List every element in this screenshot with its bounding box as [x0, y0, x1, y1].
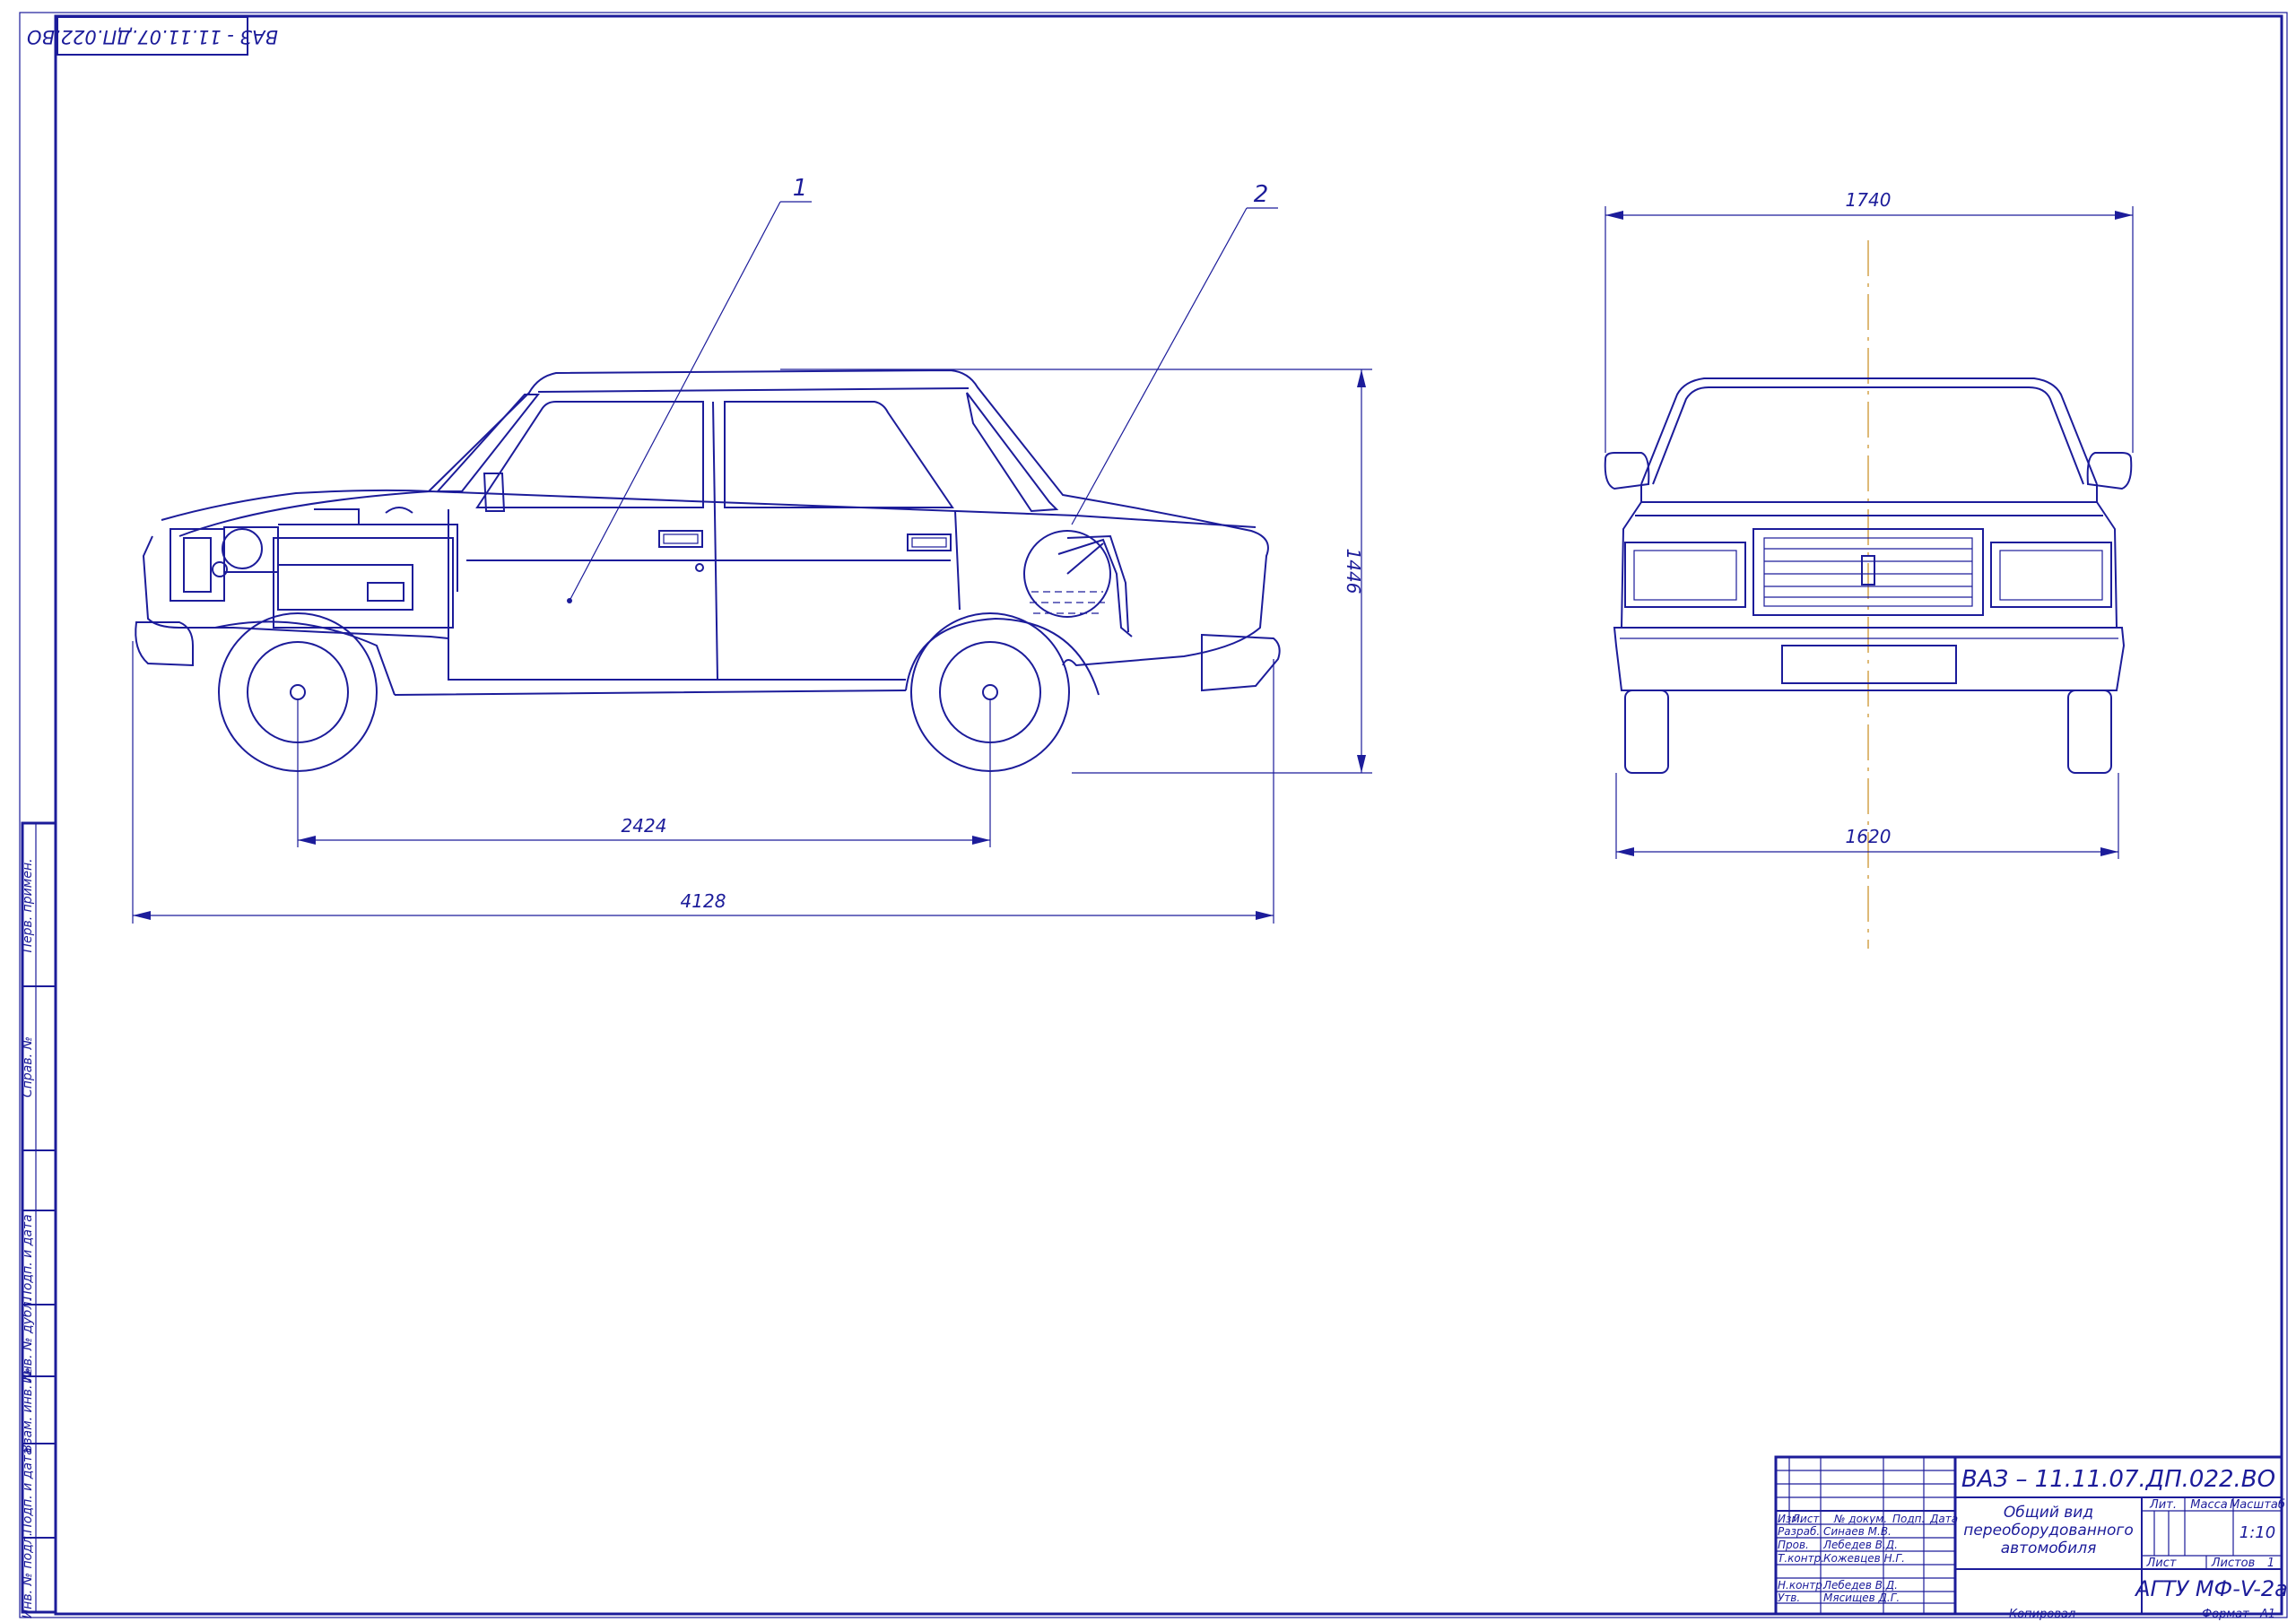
outer-sheet-border — [19, 12, 2288, 1618]
tb-role-0: Разраб. — [1778, 1525, 1820, 1538]
front-view: 1740 1620 — [1604, 189, 2134, 949]
front-roof-outline — [1640, 377, 2098, 485]
tb-hdr-ndokum: № докум. — [1833, 1513, 1887, 1525]
tb-kopiroval: Копировал — [2009, 1608, 2075, 1621]
front-bumper — [135, 621, 194, 667]
callout-2: 2 — [1071, 181, 1278, 525]
left-tire — [1624, 690, 1669, 774]
tb-format: Формат — [2202, 1608, 2249, 1621]
tb-name-0: Синаев М.В. — [1823, 1525, 1892, 1538]
side-body-outline — [394, 369, 1269, 696]
tb-name-1: Лебедев В.Д. — [1822, 1539, 1898, 1551]
right-mirror — [2086, 452, 2133, 490]
front-window — [475, 401, 704, 508]
dim-wheelbase-text: 2424 — [622, 815, 667, 837]
side-view: 1 2 1446 2424 4128 — [132, 175, 1372, 924]
tb-listov-value: 1 — [2267, 1557, 2274, 1570]
dim-length: 4128 — [132, 641, 1274, 924]
tb-role-5: Утв. — [1778, 1592, 1800, 1604]
strip-inv-podl: Инв. № подл. — [21, 1532, 35, 1619]
right-tire — [2067, 690, 2112, 774]
title-block: Изм. Лист № докум. Подп. Дата Разраб. Си… — [1774, 1455, 2288, 1616]
gas-cylinder — [1023, 530, 1133, 638]
dim-height-text: 1446 — [1343, 549, 1364, 594]
windshield — [435, 394, 541, 492]
tb-name-2: Кожевцев Н.Г. — [1823, 1552, 1905, 1565]
tb-name-4: Лебедев В.Д. — [1822, 1579, 1898, 1592]
rear-window — [724, 401, 954, 508]
front-view-bumper — [1613, 627, 2126, 691]
dim-track: 1620 — [1615, 773, 2119, 859]
tb-hdr-podp: Подп. — [1892, 1513, 1925, 1525]
corner-stamp-text: ВАЗ - 11.11.07.ДП.022.ВО — [27, 26, 278, 48]
tb-doc-number: ВАЗ – 11.11.07.ДП.022.ВО — [1961, 1466, 2275, 1493]
strip-podp-data-2: Подп. и дата — [21, 1447, 35, 1532]
rear-door-handle — [907, 533, 952, 551]
inner-frame — [54, 14, 2283, 1616]
tb-organization: АГТУ МФ-V-2а — [2134, 1576, 2288, 1601]
strip-vzam-inv: Взам. инв. № — [21, 1367, 35, 1453]
rear-bumper — [1201, 633, 1281, 692]
dim-track-text: 1620 — [1846, 826, 1892, 847]
rear-glass — [966, 392, 1059, 513]
tb-role-4: Н.контр. — [1778, 1579, 1826, 1592]
tb-role-2: Т.контр. — [1778, 1552, 1824, 1565]
tb-scale: 1:10 — [2239, 1523, 2275, 1542]
drawing-sheet: ВАЗ - 11.11.07.ДП.022.ВО Перв. примен. С… — [19, 12, 2288, 1621]
front-door-handle — [658, 530, 703, 548]
tb-role-1: Пров. — [1778, 1539, 1809, 1551]
tb-format-value: А1 — [2259, 1608, 2275, 1621]
tb-massa: Масса — [2190, 1498, 2227, 1512]
left-headlight — [1624, 542, 1746, 608]
tb-hdr-list: Лист — [1791, 1513, 1820, 1525]
side-strip: Перв. примен. Справ. № Подп. и дата Инв.… — [21, 821, 57, 1619]
tb-name-5: Мясищев Д.Г. — [1823, 1592, 1900, 1604]
right-headlight — [1990, 542, 2112, 608]
tb-list: Лист — [2146, 1557, 2177, 1570]
dim-width-text: 1740 — [1846, 189, 1892, 211]
strip-podp-data-1: Подп. и дата — [21, 1214, 35, 1299]
tb-title-2: переоборудованного — [1963, 1522, 2134, 1540]
strip-perv-primen: Перв. примен. — [21, 858, 35, 952]
tb-hdr-data: Дата — [1929, 1513, 1958, 1525]
callout-1-label: 1 — [793, 175, 808, 202]
tb-listov: Листов — [2211, 1557, 2256, 1570]
corner-stamp: ВАЗ - 11.11.07.ДП.022.ВО — [27, 16, 278, 56]
callout-2-label: 2 — [1254, 181, 1269, 208]
dim-wheelbase: 2424 — [297, 699, 991, 847]
dim-height: 1446 — [780, 369, 1372, 774]
tb-title-3: автомобиля — [2001, 1540, 2097, 1557]
dim-length-text: 4128 — [681, 890, 726, 912]
dim-width: 1740 — [1605, 189, 2134, 453]
license-plate — [1781, 645, 1957, 684]
tb-masshtab: Масштаб — [2230, 1498, 2285, 1512]
strip-sprav: Справ. № — [21, 1037, 35, 1097]
tb-lit: Лит. — [2149, 1498, 2177, 1512]
tb-title-1: Общий вид — [2004, 1504, 2093, 1522]
